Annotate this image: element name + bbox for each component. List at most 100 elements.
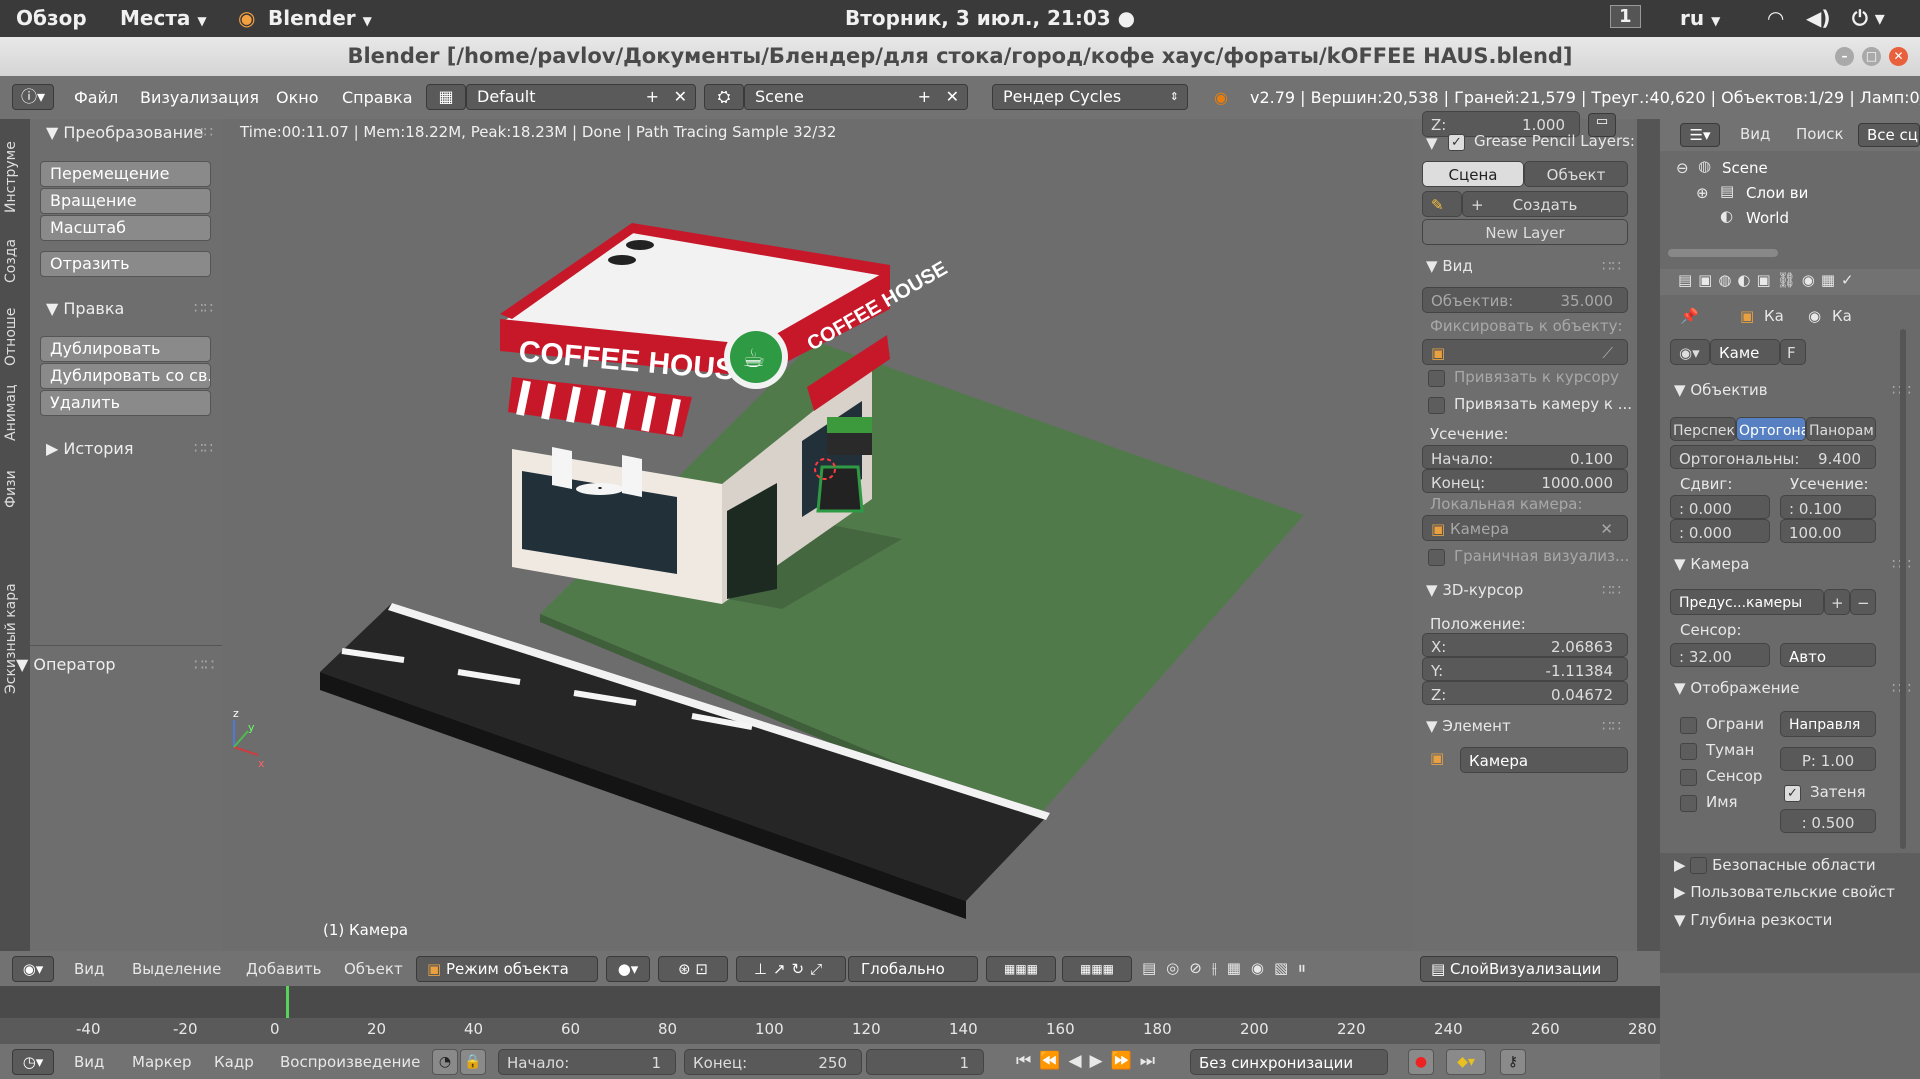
display-panel-header[interactable]: ▼ Отображение bbox=[1674, 679, 1800, 697]
fake-user-button[interactable]: F bbox=[1780, 339, 1806, 365]
clip-start-field[interactable]: Начало: 0.100 bbox=[1422, 445, 1628, 469]
lock-icon[interactable]: 🔒 bbox=[460, 1049, 486, 1075]
add-preset-icon[interactable]: + bbox=[1824, 589, 1850, 615]
layers-grid-icon[interactable]: ▦▦▦ bbox=[986, 956, 1056, 982]
shift-x-field[interactable]: : 0.000 bbox=[1670, 495, 1770, 519]
grease-pencil-checkbox[interactable]: ✓ bbox=[1448, 134, 1465, 151]
outliner-scene[interactable]: Scene bbox=[1722, 159, 1768, 177]
clear-icon[interactable]: ✕ bbox=[1600, 516, 1613, 542]
orientation-select[interactable]: Глобально bbox=[848, 956, 978, 982]
mode-select[interactable]: ▣ Режим объекта bbox=[416, 956, 598, 982]
cursor-y-field[interactable]: Y: -1.11384 bbox=[1422, 657, 1628, 681]
rotate-button[interactable]: Вращение bbox=[40, 188, 211, 214]
menu-help[interactable]: Справка bbox=[342, 88, 413, 107]
language-menu[interactable]: ru ▼ bbox=[1680, 6, 1720, 30]
clip-end-field[interactable]: 100.00 bbox=[1780, 519, 1876, 543]
collapse-icon[interactable]: ⊖ bbox=[1676, 159, 1689, 177]
safe-areas-panel-header[interactable]: ▶ Безопасные области bbox=[1674, 856, 1876, 874]
drag-handle-icon[interactable]: ∷∷ bbox=[194, 299, 213, 317]
lens-panel-header[interactable]: ▼ Объектив bbox=[1674, 381, 1768, 399]
menu-marker[interactable]: Маркер bbox=[132, 1053, 191, 1071]
sensor-fit-select[interactable]: Авто bbox=[1780, 643, 1876, 667]
frame-start-field[interactable]: Начало: 1 bbox=[498, 1049, 676, 1075]
move-button[interactable]: Перемещение bbox=[40, 161, 211, 187]
layout-icon[interactable]: ▦ bbox=[426, 84, 466, 110]
menu-playback[interactable]: Воспроизведение bbox=[280, 1053, 420, 1071]
clip-end-field[interactable]: Конец: 1000.000 bbox=[1422, 469, 1628, 493]
limits-checkbox[interactable] bbox=[1680, 717, 1697, 734]
item-panel-header[interactable]: ▼ Элемент bbox=[1426, 717, 1511, 735]
view-panel-header[interactable]: ▼ Вид bbox=[1426, 257, 1473, 275]
menu-view[interactable]: Вид bbox=[74, 960, 104, 978]
outliner-scrollbar[interactable] bbox=[1668, 249, 1778, 257]
duplicate-button[interactable]: Дублировать bbox=[40, 336, 211, 362]
panel-transform-header[interactable]: ▼ Преобразование bbox=[46, 123, 203, 142]
camera-browse-icon[interactable]: ◉▾ bbox=[1670, 339, 1710, 365]
power-icon[interactable]: ⏻ ▾ bbox=[1852, 6, 1885, 30]
panel-history-header[interactable]: ▶ История bbox=[46, 439, 133, 458]
3d-cursor-panel-header[interactable]: ▼ 3D-курсор bbox=[1426, 581, 1523, 599]
outliner-world[interactable]: World bbox=[1746, 209, 1789, 227]
layout-selector[interactable]: Default + ✕ bbox=[466, 84, 696, 110]
keyframe-icon[interactable]: ⚷ bbox=[1500, 1049, 1526, 1075]
editor-type-icon[interactable]: ◉▾ bbox=[12, 956, 54, 982]
dof-panel-header[interactable]: ▼ Глубина резкости bbox=[1674, 911, 1832, 929]
volume-icon[interactable]: ◀) bbox=[1806, 6, 1831, 30]
name-checkbox[interactable] bbox=[1680, 795, 1697, 812]
composition-guides-select[interactable]: Направля bbox=[1780, 711, 1876, 737]
tab-grease-pencil[interactable]: Эскизный кара bbox=[3, 519, 27, 759]
close-icon[interactable]: ✕ bbox=[1889, 47, 1908, 66]
workspace-indicator[interactable]: 1 bbox=[1610, 5, 1641, 28]
mist-checkbox[interactable] bbox=[1680, 743, 1697, 760]
preview-range-icon[interactable]: ◔ bbox=[432, 1049, 458, 1075]
scrollbar[interactable] bbox=[1900, 329, 1906, 849]
info-editor-icon[interactable]: ⓘ▾ bbox=[12, 84, 54, 110]
render-border-checkbox[interactable] bbox=[1428, 549, 1445, 566]
perspective-button[interactable]: Перспек bbox=[1670, 417, 1736, 441]
lock-object-field[interactable]: ▣ ⟋ bbox=[1422, 339, 1628, 365]
editor-type-icon[interactable]: ◷▾ bbox=[12, 1049, 54, 1075]
drag-handle-icon[interactable]: ∷∷ bbox=[194, 439, 213, 457]
close-icon[interactable]: ✕ bbox=[946, 85, 959, 109]
pin-icon[interactable]: 📌 bbox=[1680, 307, 1699, 325]
mirror-button[interactable]: Отразить bbox=[40, 251, 211, 277]
pivot-icon[interactable]: ⊛ ⊡ bbox=[658, 956, 728, 982]
remove-preset-icon[interactable]: − bbox=[1850, 589, 1876, 615]
shift-y-field[interactable]: : 0.000 bbox=[1670, 519, 1770, 543]
pencil-icon[interactable]: ✎ bbox=[1422, 191, 1462, 217]
sensor-width-field[interactable]: : 32.00 bbox=[1670, 643, 1770, 667]
drag-handle-icon[interactable]: ∷∷ bbox=[1602, 581, 1621, 599]
places-menu[interactable]: Места ▼ bbox=[120, 6, 207, 30]
panel-operator-header[interactable]: ▼ Оператор ∷∷ bbox=[16, 655, 216, 674]
drag-handle-icon[interactable]: ∷∷ bbox=[1602, 717, 1621, 735]
expand-icon[interactable]: ⊕ bbox=[1696, 184, 1709, 202]
safe-areas-checkbox[interactable] bbox=[1690, 857, 1708, 874]
current-frame-marker[interactable] bbox=[286, 986, 289, 1018]
ortho-scale-field[interactable]: Ортогональны: 9.400 bbox=[1670, 445, 1876, 469]
property-context-icons[interactable]: ▤▣◍◐▣⛓◉▦✓ bbox=[1678, 271, 1860, 289]
panel-toggle-icon[interactable]: ▼ bbox=[1426, 134, 1438, 152]
playback-controls[interactable]: ⏮⏪◀▶⏩⏭ bbox=[1016, 1051, 1163, 1071]
menu-frame[interactable]: Кадр bbox=[214, 1053, 254, 1071]
activities-button[interactable]: Обзор bbox=[16, 6, 87, 30]
lock-cursor-checkbox[interactable] bbox=[1428, 370, 1445, 387]
sensor-checkbox[interactable] bbox=[1680, 769, 1697, 786]
keying-set-icon[interactable]: ◆▾ bbox=[1446, 1049, 1486, 1075]
render-engine-select[interactable]: Рендер Cycles ⇕ bbox=[992, 84, 1188, 110]
lens-field[interactable]: Объектив: 35.000 bbox=[1422, 287, 1628, 313]
camera-presets-select[interactable]: Предус...камеры bbox=[1670, 589, 1824, 615]
menu-object[interactable]: Объект bbox=[344, 960, 403, 978]
layers-grid-icon[interactable]: ▦▦▦ bbox=[1062, 956, 1132, 982]
lock-camera-checkbox[interactable] bbox=[1428, 397, 1445, 414]
outliner-editor-icon[interactable]: ☰▾ bbox=[1680, 123, 1720, 147]
menu-view[interactable]: Вид bbox=[74, 1053, 104, 1071]
app-menu[interactable]: Blender ▼ bbox=[268, 6, 372, 30]
cursor-z-field[interactable]: Z: 0.04672 bbox=[1422, 681, 1628, 705]
scene-icon[interactable]: ⛭ bbox=[704, 84, 744, 110]
header-tool-icons[interactable]: ▤◎⊘⫲▦◉▧⏸ bbox=[1142, 959, 1316, 977]
gp-object-tab[interactable]: Объект bbox=[1524, 161, 1628, 187]
panel-edit-header[interactable]: ▼ Правка bbox=[46, 299, 124, 318]
passepartout-checkbox[interactable]: ✓ bbox=[1784, 785, 1801, 802]
tab-relations[interactable]: Отноше bbox=[3, 295, 27, 379]
display-size-field[interactable]: P: 1.00 bbox=[1780, 747, 1876, 771]
